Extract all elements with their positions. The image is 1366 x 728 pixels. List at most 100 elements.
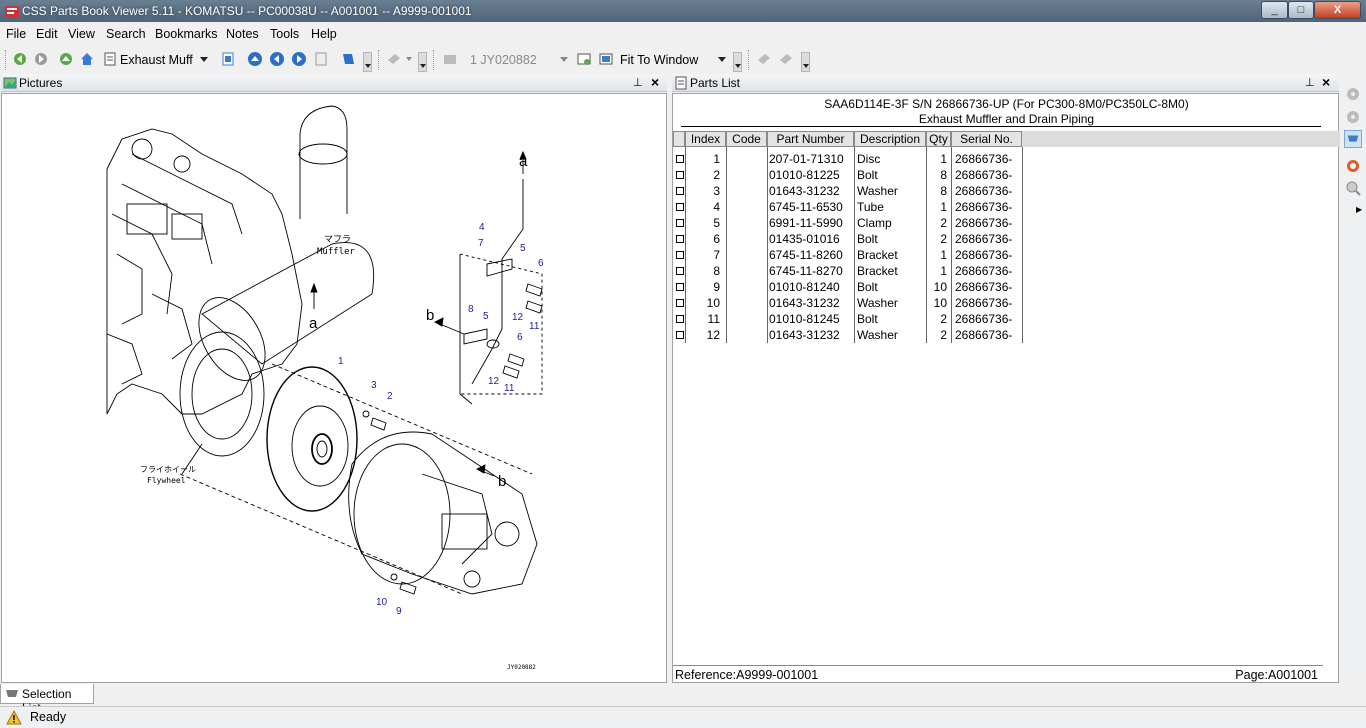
- close-button[interactable]: X: [1314, 1, 1361, 19]
- col-code[interactable]: Code: [726, 131, 767, 147]
- home-icon[interactable]: [79, 51, 95, 67]
- toolbar-overflow[interactable]: [418, 52, 427, 72]
- bookmark-icon[interactable]: [340, 51, 356, 67]
- cell-part: 01643-31232: [769, 296, 840, 310]
- print-icon[interactable]: [313, 51, 329, 67]
- table-row[interactable]: 12 01643-31232 Washer 2 26866736-: [673, 327, 1340, 343]
- close-panel-icon[interactable]: ×: [1322, 74, 1330, 90]
- gear-icon[interactable]: [1344, 85, 1362, 103]
- toolbar-overflow[interactable]: [733, 52, 742, 72]
- toolbar-overflow[interactable]: [801, 52, 810, 72]
- table-row[interactable]: 9 01010-81240 Bolt 10 26866736-: [673, 279, 1340, 295]
- table-row[interactable]: 4 6745-11-6530 Tube 1 26866736-: [673, 199, 1340, 215]
- toolbar-grip[interactable]: [5, 50, 7, 70]
- minimize-button[interactable]: _: [1261, 1, 1288, 19]
- callout-1[interactable]: 1: [338, 356, 344, 367]
- table-row[interactable]: 3 01643-31232 Washer 8 26866736-: [673, 183, 1340, 199]
- row-checkbox[interactable]: [676, 219, 684, 227]
- table-row[interactable]: 8 6745-11-8270 Bracket 1 26866736-: [673, 263, 1340, 279]
- cell-part: 01010-81245: [769, 312, 840, 326]
- callout-3[interactable]: 3: [371, 380, 377, 391]
- row-checkbox[interactable]: [676, 235, 684, 243]
- menu-file[interactable]: File: [6, 27, 26, 41]
- table-row[interactable]: 2 01010-81225 Bolt 8 26866736-: [673, 167, 1340, 183]
- close-panel-icon[interactable]: ×: [651, 74, 659, 90]
- col-serial[interactable]: Serial No.: [951, 131, 1022, 147]
- callout-5[interactable]: 5: [483, 311, 489, 322]
- toolbar-grip[interactable]: [433, 50, 435, 70]
- search-icon[interactable]: [1344, 179, 1362, 197]
- row-checkbox[interactable]: [676, 299, 684, 307]
- callout-4[interactable]: 4: [479, 222, 485, 233]
- pin-icon[interactable]: ⊥: [633, 76, 643, 89]
- toolbar-grip[interactable]: [748, 50, 750, 70]
- callout-6[interactable]: 6: [517, 332, 523, 343]
- pictures-pane[interactable]: マフラ Muffler フライホイール Flywheel a a b b JY0…: [1, 93, 667, 683]
- menu-search[interactable]: Search: [106, 27, 146, 41]
- menu-bookmarks[interactable]: Bookmarks: [155, 27, 218, 41]
- row-checkbox[interactable]: [676, 267, 684, 275]
- callout-10[interactable]: 10: [376, 597, 388, 608]
- back-icon[interactable]: [12, 51, 28, 67]
- chevron-down-icon[interactable]: [560, 57, 568, 62]
- table-row[interactable]: 10 01643-31232 Washer 10 26866736-: [673, 295, 1340, 311]
- expand-arrow-icon[interactable]: ▶: [1356, 205, 1362, 214]
- col-part-number[interactable]: Part Number: [767, 131, 854, 147]
- chevron-down-icon[interactable]: [718, 57, 726, 62]
- exploded-drawing[interactable]: マフラ Muffler フライホイール Flywheel a a b b JY0…: [2, 94, 667, 683]
- callout-12[interactable]: 12: [512, 312, 524, 323]
- table-row[interactable]: 1 207-01-71310 Disc 1 26866736-: [673, 151, 1340, 167]
- menu-notes[interactable]: Notes: [226, 27, 259, 41]
- col-index[interactable]: Index: [685, 131, 726, 147]
- row-checkbox[interactable]: [676, 171, 684, 179]
- page-icon[interactable]: [220, 51, 236, 67]
- figure-combo[interactable]: 1 JY020882: [470, 51, 570, 69]
- menu-tools[interactable]: Tools: [270, 27, 299, 41]
- row-checkbox[interactable]: [676, 155, 684, 163]
- nav-up-icon[interactable]: [247, 51, 263, 67]
- fit-window-icon[interactable]: [598, 51, 614, 67]
- table-row[interactable]: 11 01010-81245 Bolt 2 26866736-: [673, 311, 1340, 327]
- selection-list-tab[interactable]: Selection List: [0, 684, 94, 715]
- cell-part: 6745-11-8270: [769, 264, 843, 278]
- callout-5[interactable]: 5: [520, 243, 526, 254]
- globe-icon[interactable]: [1344, 157, 1362, 175]
- col-qty[interactable]: Qty: [926, 131, 951, 147]
- menu-view[interactable]: View: [68, 27, 95, 41]
- chevron-down-icon[interactable]: [200, 57, 208, 62]
- toolbar-overflow[interactable]: [363, 52, 372, 72]
- zoom-combo[interactable]: Fit To Window: [620, 51, 728, 69]
- menu-edit[interactable]: Edit: [36, 27, 58, 41]
- row-checkbox[interactable]: [676, 315, 684, 323]
- zoom-icon[interactable]: [576, 51, 592, 67]
- menu-help[interactable]: Help: [311, 27, 337, 41]
- nav-left-icon[interactable]: [269, 51, 285, 67]
- table-row[interactable]: 5 6991-11-5990 Clamp 2 26866736-: [673, 215, 1340, 231]
- row-checkbox[interactable]: [676, 283, 684, 291]
- row-checkbox[interactable]: [676, 251, 684, 259]
- row-checkbox[interactable]: [676, 331, 684, 339]
- col-description[interactable]: Description: [854, 131, 926, 147]
- table-row[interactable]: 7 6745-11-8260 Bracket 1 26866736-: [673, 247, 1340, 263]
- gear-icon[interactable]: [1344, 108, 1362, 126]
- chevron-down-icon[interactable]: [406, 57, 412, 61]
- callout-7[interactable]: 7: [478, 238, 484, 249]
- nav-right-icon[interactable]: [291, 51, 307, 67]
- row-checkbox[interactable]: [676, 187, 684, 195]
- maximize-button[interactable]: □: [1288, 1, 1314, 19]
- callout-8[interactable]: 8: [468, 304, 474, 315]
- forward-icon[interactable]: [33, 51, 49, 67]
- callout-2[interactable]: 2: [387, 391, 393, 402]
- callout-11[interactable]: 11: [504, 383, 515, 394]
- callout-6[interactable]: 6: [538, 258, 544, 269]
- row-checkbox[interactable]: [676, 203, 684, 211]
- section-combo[interactable]: Exhaust Muff: [120, 51, 210, 69]
- toolbar-grip[interactable]: [378, 50, 380, 70]
- cart-icon[interactable]: [1344, 130, 1362, 148]
- callout-9[interactable]: 9: [396, 606, 402, 617]
- up-icon[interactable]: [58, 51, 74, 67]
- pin-icon[interactable]: ⊥: [1305, 76, 1315, 89]
- callout-11[interactable]: 11: [529, 321, 540, 332]
- table-row[interactable]: 6 01435-01016 Bolt 2 26866736-: [673, 231, 1340, 247]
- callout-12[interactable]: 12: [488, 376, 500, 387]
